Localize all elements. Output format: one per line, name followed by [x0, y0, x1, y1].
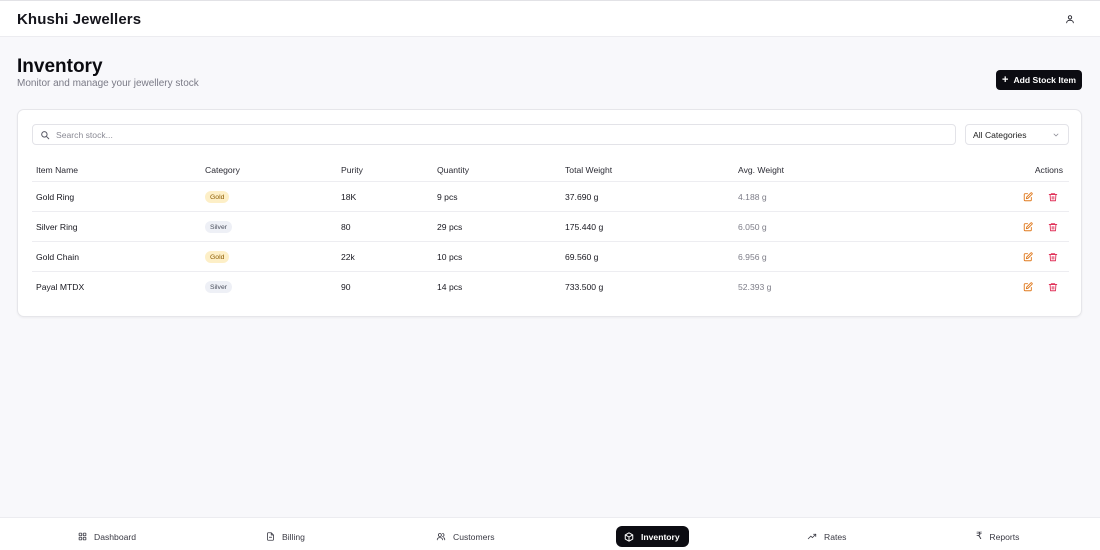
file-icon — [266, 532, 275, 541]
divider — [32, 211, 1069, 212]
avg-weight: 52.393 g — [738, 282, 772, 292]
quantity: 10 pcs — [437, 252, 463, 262]
edit-icon[interactable] — [1023, 282, 1033, 292]
nav-item-label: Reports — [989, 531, 1020, 542]
brand-name: Khushi Jewellers — [17, 11, 142, 28]
plus-icon: + — [1002, 73, 1009, 86]
top-bar: Khushi Jewellers — [0, 0, 1100, 37]
column-header-total-weight[interactable]: Total Weight — [565, 165, 612, 175]
item-name: Silver Ring — [36, 222, 78, 232]
purity: 90 — [341, 282, 351, 292]
avg-weight: 6.050 g — [738, 222, 767, 232]
bottom-nav: Dashboard Billing Customers Inventory Ra… — [0, 517, 1100, 550]
nav-item-reports[interactable]: ₹ Reports — [976, 526, 1019, 547]
nav-item-label: Rates — [824, 531, 847, 542]
trending-up-icon — [807, 532, 817, 541]
column-header-item-name[interactable]: Item Name — [36, 165, 78, 175]
edit-icon[interactable] — [1023, 222, 1033, 232]
item-name: Payal MTDX — [36, 282, 85, 292]
column-header-purity[interactable]: Purity — [341, 165, 363, 175]
purity: 80 — [341, 222, 351, 232]
nav-item-label: Inventory — [641, 531, 680, 542]
rupee-icon: ₹ — [976, 531, 983, 542]
column-header-category[interactable]: Category — [205, 165, 240, 175]
total-weight: 69.560 g — [565, 252, 599, 262]
delete-icon[interactable] — [1048, 252, 1058, 262]
delete-icon[interactable] — [1048, 222, 1058, 232]
quantity: 9 pcs — [437, 192, 458, 202]
divider — [32, 181, 1069, 182]
item-name: Gold Ring — [36, 192, 75, 202]
category-badge: Gold — [205, 251, 230, 263]
item-name: Gold Chain — [36, 252, 79, 262]
add-stock-item-label: Add Stock Item — [1013, 75, 1076, 85]
delete-icon[interactable] — [1048, 282, 1058, 292]
nav-item-billing[interactable]: Billing — [266, 526, 305, 547]
nav-item-customers[interactable]: Customers — [436, 526, 495, 547]
nav-item-rates[interactable]: Rates — [807, 526, 846, 547]
category-select[interactable]: All Categories — [965, 124, 1069, 145]
page-subtitle: Monitor and manage your jewellery stock — [17, 78, 199, 89]
nav-item-dashboard[interactable]: Dashboard — [78, 526, 136, 547]
purity: 22k — [341, 252, 355, 262]
purity: 18K — [341, 192, 357, 202]
total-weight: 37.690 g — [565, 192, 599, 202]
column-header-actions: Actions — [1034, 165, 1063, 175]
delete-icon[interactable] — [1048, 192, 1058, 202]
user-icon[interactable] — [1063, 12, 1077, 26]
category-badge: Silver — [205, 221, 232, 233]
category-badge: Gold — [205, 191, 230, 203]
add-stock-item-button[interactable]: + Add Stock Item — [996, 70, 1082, 90]
column-header-quantity[interactable]: Quantity — [437, 165, 469, 175]
inventory-card: All Categories Item Name Category Purity… — [17, 109, 1082, 317]
grid-icon — [78, 532, 87, 541]
total-weight: 733.500 g — [565, 282, 604, 292]
search-box[interactable] — [32, 124, 956, 145]
edit-icon[interactable] — [1023, 252, 1033, 262]
search-input[interactable] — [56, 129, 936, 140]
package-icon — [624, 531, 634, 542]
divider — [32, 241, 1069, 242]
users-icon — [436, 532, 446, 541]
nav-item-label: Customers — [453, 531, 495, 542]
avg-weight: 4.188 g — [738, 192, 767, 202]
avg-weight: 6.956 g — [738, 252, 767, 262]
nav-item-inventory[interactable]: Inventory — [616, 526, 689, 547]
column-header-avg-weight[interactable]: Avg. Weight — [738, 165, 784, 175]
quantity: 14 pcs — [437, 282, 463, 292]
total-weight: 175.440 g — [565, 222, 604, 232]
divider — [32, 271, 1069, 272]
nav-item-label: Dashboard — [94, 531, 137, 542]
edit-icon[interactable] — [1023, 192, 1033, 202]
category-badge: Silver — [205, 281, 232, 293]
search-icon — [40, 130, 50, 140]
chevron-down-icon — [1052, 131, 1060, 139]
category-select-value: All Categories — [973, 129, 1027, 140]
nav-item-label: Billing — [282, 531, 305, 542]
page-title: Inventory — [17, 56, 103, 77]
quantity: 29 pcs — [437, 222, 463, 232]
